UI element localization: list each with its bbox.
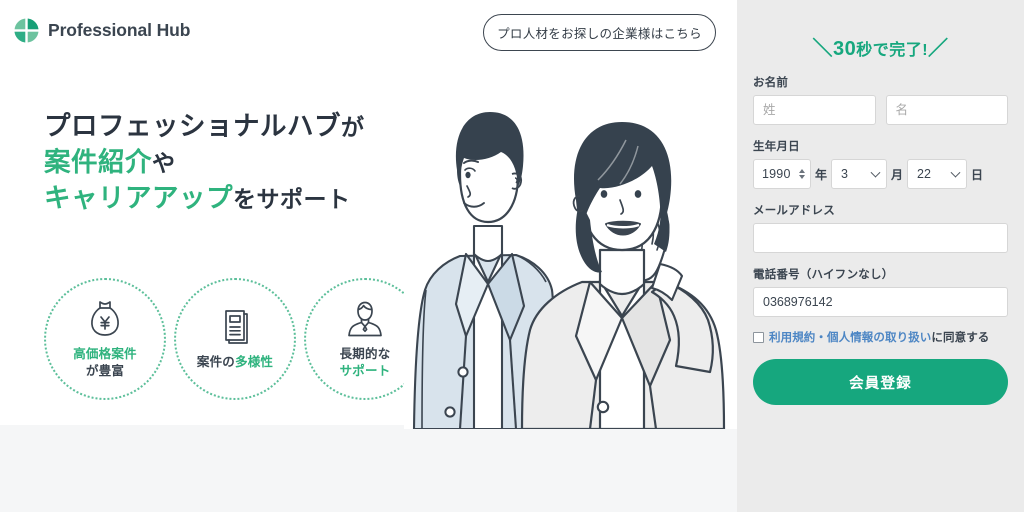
money-bag-yen-icon <box>88 299 122 339</box>
form-title: ＼30秒で完了!／ <box>753 32 1008 61</box>
agreement-row[interactable]: 利用規約・個人情報の取り扱いに同意する <box>753 329 1008 345</box>
birth-year-value: 1990 <box>762 167 791 181</box>
headline-line-1: プロフェッショナルハブが <box>44 108 365 144</box>
feature-label-high-price: 高価格案件 が豊富 <box>73 346 137 380</box>
name-label: お名前 <box>753 77 789 89</box>
signup-submit-label: 会員登録 <box>849 375 912 392</box>
email-field-group: メールアドレス <box>753 202 1008 253</box>
spinner-down-icon[interactable] <box>798 175 805 179</box>
landing-page: Professional Hub プロ人材をお探しの企業様はこちら プロフェッシ… <box>0 0 1024 512</box>
birthdate-label: 生年月日 <box>753 141 800 153</box>
headline-line-2-suffix: や <box>152 150 176 177</box>
feature-label-support: 長期的な サポート <box>340 346 391 380</box>
person-support-icon <box>346 299 384 339</box>
headline-line-3-main: キャリアアップ <box>44 183 233 214</box>
birth-day-select[interactable]: 22 <box>907 159 968 189</box>
feature-list: 高価格案件 が豊富 案件の多様性 長期的な サポート <box>44 278 426 400</box>
spinner-arrows-icon[interactable] <box>796 164 807 184</box>
headline-line-2-main: 案件紹介 <box>44 147 152 178</box>
phone-label: 電話番号（ハイフンなし） <box>753 269 894 281</box>
name-inputs-row <box>753 95 1008 125</box>
brand-name: Professional Hub <box>48 20 191 40</box>
birth-month-select[interactable]: 3 <box>831 159 888 189</box>
hero-section: Professional Hub プロ人材をお探しの企業様はこちら プロフェッシ… <box>0 0 737 512</box>
headline-line-3: キャリアアップをサポート <box>44 180 365 216</box>
name-field-group: お名前 <box>753 74 1008 125</box>
phone-input[interactable] <box>753 287 1008 317</box>
quadrant-circle-icon <box>14 18 39 43</box>
phone-field-group: 電話番号（ハイフンなし） <box>753 266 1008 317</box>
feature-label-support-dark: 長期的な <box>339 346 391 361</box>
chevron-down-icon <box>870 167 881 178</box>
birth-day-unit: 日 <box>971 167 984 182</box>
agreement-rest: に同意する <box>931 332 990 344</box>
feature-label-high-price-dark: が豊富 <box>85 363 125 378</box>
headline-line-3-suffix: をサポート <box>233 186 351 213</box>
birthdate-field-group: 生年月日 1990 年 3 月 22 日 <box>753 138 1008 189</box>
feature-item-high-price: 高価格案件 が豊富 <box>44 278 166 400</box>
birth-year-unit: 年 <box>815 167 828 182</box>
email-input[interactable] <box>753 223 1008 253</box>
feature-label-variety: 案件の多様性 <box>197 354 273 371</box>
signup-form-panel: ＼30秒で完了!／ お名前 生年月日 1990 年 <box>737 0 1024 512</box>
headline-line-1-main: プロフェッショナルハブ <box>44 111 341 141</box>
documents-icon <box>217 307 253 347</box>
hero-illustration <box>404 104 737 429</box>
feature-label-variety-dark: 案件の <box>196 355 235 370</box>
form-title-slash-open: ＼ <box>812 38 833 60</box>
chevron-down-icon <box>950 167 961 178</box>
first-name-input[interactable] <box>885 95 1008 125</box>
agreement-link[interactable]: 利用規約・個人情報の取り扱い <box>769 332 931 344</box>
agreement-text: 利用規約・個人情報の取り扱いに同意する <box>769 329 989 345</box>
brand-logo[interactable]: Professional Hub <box>14 18 190 43</box>
birth-month-value: 3 <box>841 167 848 181</box>
feature-item-variety: 案件の多様性 <box>174 278 296 400</box>
signup-submit-button[interactable]: 会員登録 <box>753 359 1008 405</box>
hero-bottom-band <box>0 425 737 512</box>
headline-line-2: 案件紹介や <box>44 144 365 180</box>
page-title: プロフェッショナルハブが 案件紹介や キャリアアップをサポート <box>44 108 365 216</box>
email-label: メールアドレス <box>753 205 835 217</box>
corporate-cta-button[interactable]: プロ人材をお探しの企業様はこちら <box>483 14 716 51</box>
corporate-cta-label: プロ人材をお探しの企業様はこちら <box>497 27 702 41</box>
birthdate-inputs-row: 1990 年 3 月 22 日 <box>753 159 1008 189</box>
agreement-checkbox[interactable] <box>753 331 764 343</box>
birth-month-unit: 月 <box>891 167 904 182</box>
feature-label-high-price-green: 高価格案件 <box>73 346 137 361</box>
last-name-input[interactable] <box>753 95 876 125</box>
spinner-up-icon[interactable] <box>798 169 805 173</box>
feature-label-variety-green: 多様性 <box>235 355 274 370</box>
birth-day-value: 22 <box>917 167 931 181</box>
form-title-number: 30 <box>832 38 857 60</box>
headline-line-1-suffix: が <box>341 114 365 140</box>
form-title-slash-close: ／ <box>928 38 949 60</box>
birth-year-stepper[interactable]: 1990 <box>753 159 811 189</box>
form-title-rest: 秒で完了! <box>856 42 929 59</box>
feature-label-support-green: サポート <box>339 363 391 378</box>
